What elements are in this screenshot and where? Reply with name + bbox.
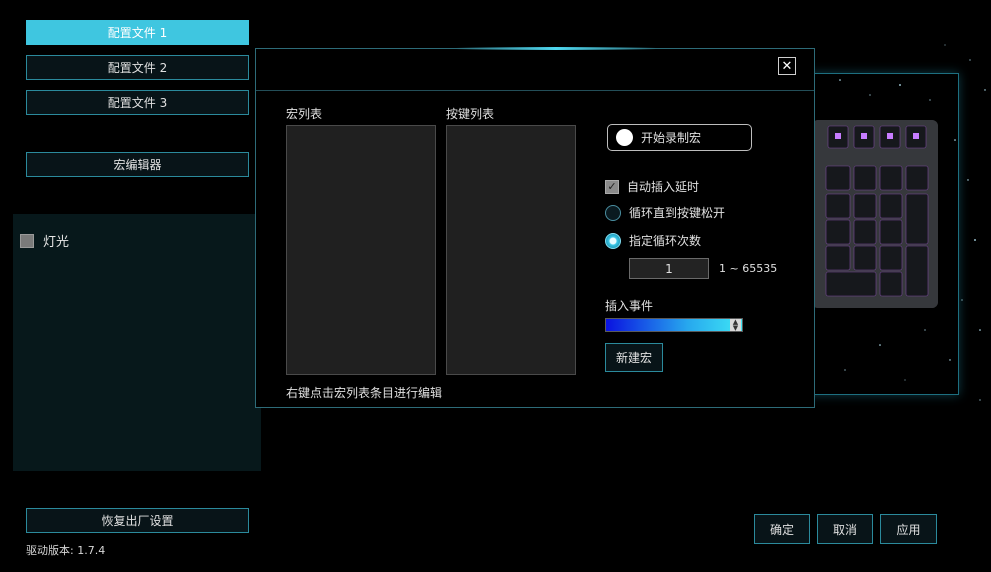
key-list[interactable] bbox=[446, 125, 576, 375]
reset-defaults-button[interactable]: 恢复出厂设置 bbox=[26, 508, 249, 533]
loop-count-radio[interactable] bbox=[605, 232, 621, 249]
loop-until-release-option[interactable]: 循环直到按键松开 bbox=[605, 204, 725, 221]
profile-3-button[interactable]: 配置文件 3 bbox=[26, 90, 249, 115]
macro-editor-dialog: ✕ 宏列表 按键列表 右键点击宏列表条目进行编辑 开始录制宏 ✓ 自动插入延时 … bbox=[255, 47, 815, 408]
new-macro-button[interactable]: 新建宏 bbox=[605, 343, 663, 372]
driver-version: 驱动版本: 1.7.4 bbox=[26, 544, 106, 557]
light-checkbox[interactable] bbox=[20, 233, 34, 248]
loop-until-release-radio[interactable] bbox=[605, 204, 621, 221]
select-arrows-icon: ▲ ▼ bbox=[730, 319, 741, 332]
dialog-header: ✕ bbox=[256, 47, 814, 91]
edit-hint: 右键点击宏列表条目进行编辑 bbox=[286, 386, 443, 400]
loop-range-text: 1 ~ 65535 bbox=[719, 262, 778, 275]
settings-panel bbox=[13, 214, 261, 471]
macro-list[interactable] bbox=[286, 125, 436, 375]
light-toggle[interactable]: 灯光 bbox=[20, 231, 69, 250]
header-glow bbox=[456, 47, 656, 50]
loop-count-option[interactable]: 指定循环次数 bbox=[605, 232, 701, 249]
keyboard-image bbox=[812, 120, 938, 308]
cancel-button[interactable]: 取消 bbox=[817, 514, 873, 544]
loop-until-release-label: 循环直到按键松开 bbox=[629, 206, 726, 220]
macro-list-label: 宏列表 bbox=[286, 107, 323, 121]
loop-count-label: 指定循环次数 bbox=[629, 234, 702, 248]
auto-delay-checkbox[interactable]: ✓ bbox=[605, 179, 619, 194]
loop-count-input[interactable] bbox=[629, 258, 709, 279]
start-record-button[interactable]: 开始录制宏 bbox=[607, 124, 752, 151]
close-icon: ✕ bbox=[781, 58, 793, 74]
apply-button[interactable]: 应用 bbox=[880, 514, 937, 544]
key-list-label: 按键列表 bbox=[446, 107, 495, 121]
close-button[interactable]: ✕ bbox=[778, 57, 796, 75]
profile-1-button[interactable]: 配置文件 1 bbox=[26, 20, 249, 45]
light-label: 灯光 bbox=[43, 235, 70, 250]
record-icon bbox=[616, 129, 633, 146]
auto-delay-option[interactable]: ✓ 自动插入延时 bbox=[605, 178, 699, 195]
insert-event-label: 插入事件 bbox=[605, 299, 654, 313]
record-label: 开始录制宏 bbox=[641, 131, 702, 145]
auto-delay-label: 自动插入延时 bbox=[627, 180, 700, 194]
macro-editor-button[interactable]: 宏编辑器 bbox=[26, 152, 249, 177]
profile-2-button[interactable]: 配置文件 2 bbox=[26, 55, 249, 80]
ok-button[interactable]: 确定 bbox=[754, 514, 810, 544]
insert-event-select[interactable]: ▲ ▼ bbox=[605, 318, 743, 332]
